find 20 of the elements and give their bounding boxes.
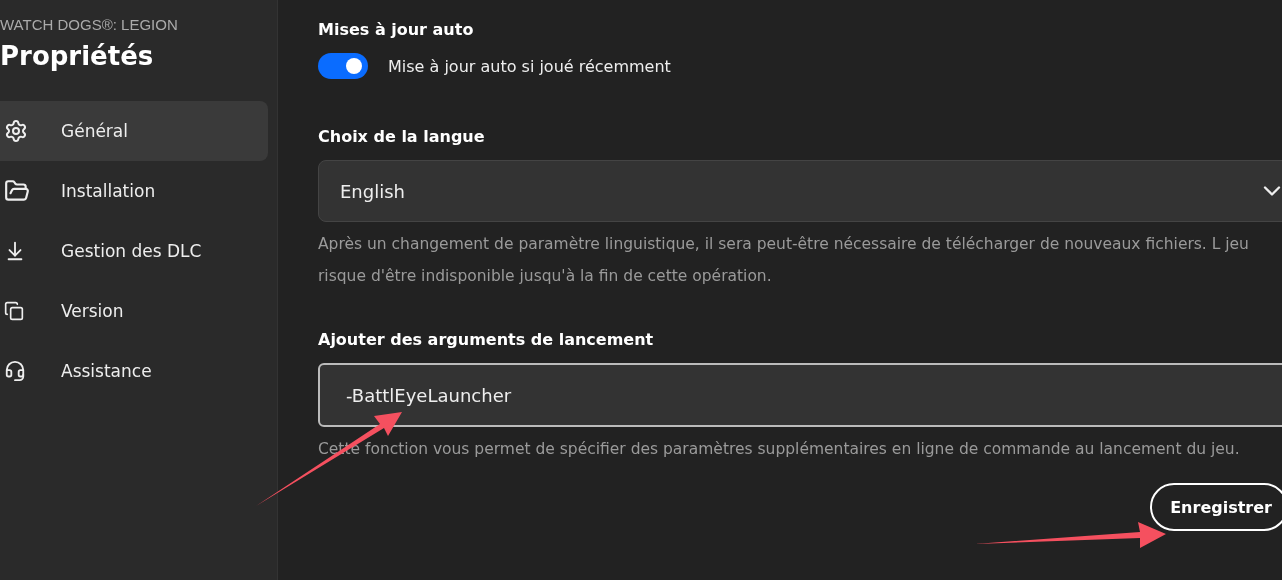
sidebar-item[interactable]: Général [0,101,268,161]
input-field[interactable]: -BattlEyeLauncher [318,363,1282,427]
headset-icon [4,360,26,382]
toggle-label: Mise à jour auto si joué récemment [388,56,671,76]
section-heading: Mises à jour auto [318,20,475,39]
sidebar-item[interactable]: Installation [0,161,268,221]
copy-icon [4,301,24,321]
hint-text: Après un changement de paramètre linguistique, il sera peut-être nécessaire de télécharger de nouveaux fichiers. L jeu risque d'être indisponible jusqu'à la fin de cette opération. [318,234,1250,287]
sidebar-item[interactable]: Version [0,281,268,341]
sidebar-item[interactable]: Assistance [0,341,268,401]
language-select[interactable]: English [318,160,1282,222]
sidebar-item[interactable]: Gestion des DLC [0,221,268,281]
page-title: Propriétés [0,41,155,71]
game-title: WATCH DOGS®: LEGION [0,16,179,33]
section-heading: Choix de la langue [318,127,486,146]
toggle-switch[interactable] [318,53,368,79]
gear-icon [4,119,28,143]
section-heading: Ajouter des arguments de lancement [318,330,655,349]
folder-icon [4,178,30,204]
save-button[interactable]: Enregistrer [1150,483,1282,531]
